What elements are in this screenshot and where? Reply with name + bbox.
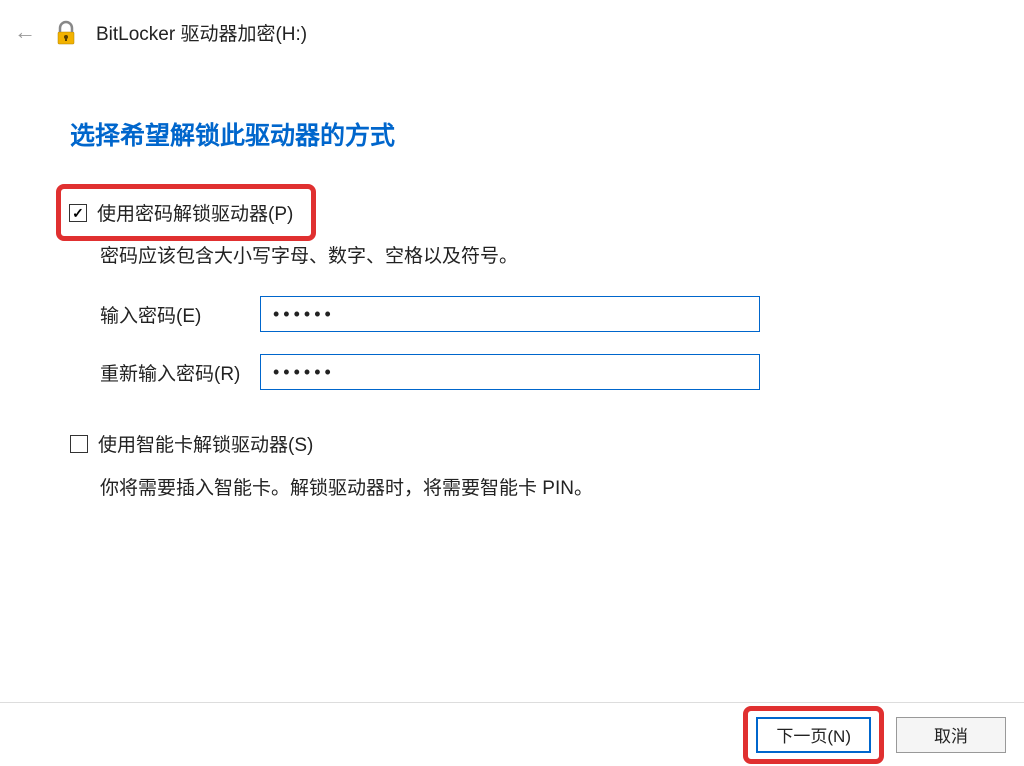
reenter-password-label: 重新输入密码(R)	[100, 359, 260, 386]
use-password-checkbox[interactable]	[69, 204, 87, 222]
reenter-password-row: 重新输入密码(R)	[100, 354, 954, 390]
content: 选择希望解锁此驱动器的方式 使用密码解锁驱动器(P) 密码应该包含大小写字母、数…	[0, 56, 1024, 500]
enter-password-label: 输入密码(E)	[100, 301, 260, 328]
page-heading: 选择希望解锁此驱动器的方式	[70, 116, 954, 152]
enter-password-row: 输入密码(E)	[100, 296, 954, 332]
back-arrow-icon[interactable]: ←	[14, 21, 36, 43]
cancel-button[interactable]: 取消	[896, 717, 1006, 753]
use-smartcard-label: 使用智能卡解锁驱动器(S)	[98, 430, 313, 457]
highlight-next-button: 下一页(N)	[743, 706, 884, 764]
smartcard-desc: 你将需要插入智能卡。解锁驱动器时，将需要智能卡 PIN。	[100, 473, 954, 500]
use-password-label: 使用密码解锁驱动器(P)	[97, 199, 293, 226]
use-smartcard-checkbox[interactable]	[70, 435, 88, 453]
header: ← BitLocker 驱动器加密(H:)	[0, 0, 1024, 56]
footer: 下一页(N) 取消	[0, 702, 1024, 766]
password-desc: 密码应该包含大小写字母、数字、空格以及符号。	[100, 241, 954, 268]
enter-password-input[interactable]	[260, 296, 760, 332]
window-title: BitLocker 驱动器加密(H:)	[96, 19, 307, 46]
reenter-password-input[interactable]	[260, 354, 760, 390]
highlight-use-password: 使用密码解锁驱动器(P)	[56, 184, 316, 241]
next-button[interactable]: 下一页(N)	[756, 717, 871, 753]
use-smartcard-option: 使用智能卡解锁驱动器(S) 你将需要插入智能卡。解锁驱动器时，将需要智能卡 PI…	[70, 430, 954, 500]
use-password-option: 使用密码解锁驱动器(P) 密码应该包含大小写字母、数字、空格以及符号。 输入密码…	[70, 184, 954, 390]
bitlocker-icon	[52, 18, 80, 46]
